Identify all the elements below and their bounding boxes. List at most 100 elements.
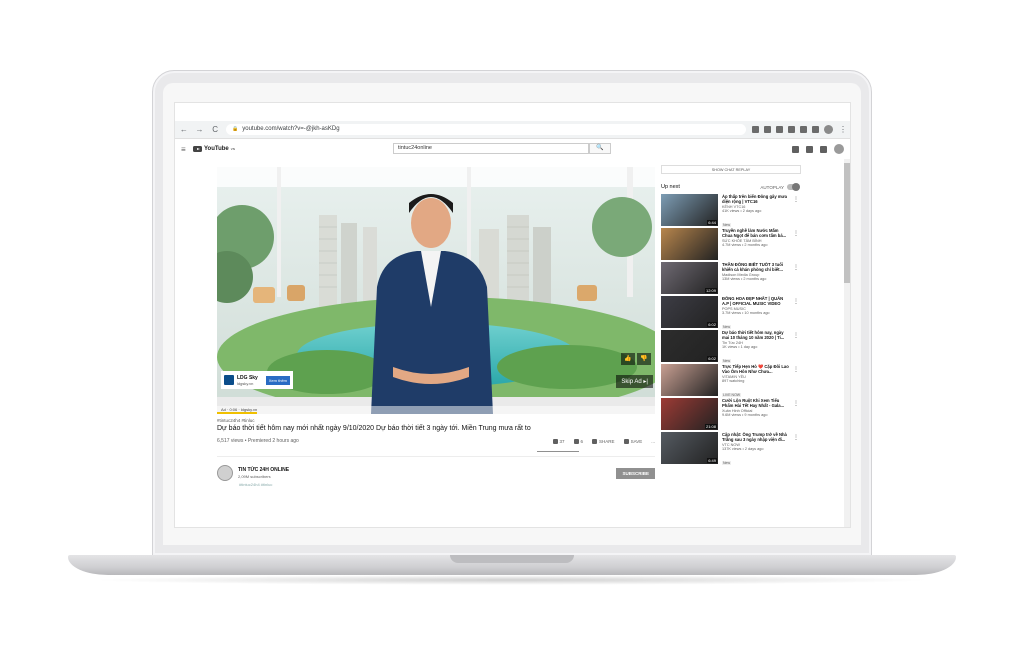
recommendation-item[interactable]: Trực Tiếp Hẹn Hò ❤️ Cặp Đôi Lao Vào Ôm H…: [661, 364, 841, 397]
recommendation-item[interactable]: 21:08 Cười Lộn Ruột Khi Xem Tiểu Phẩm Hài…: [661, 398, 841, 430]
recommendation-item[interactable]: 6:02 ĐÔNG HOA ĐẸP NHẤT | QUÂN A.P | OFFIC…: [661, 296, 841, 329]
puzzle-icon[interactable]: [800, 126, 808, 133]
description-tags[interactable]: #tintuc24h4 #tinluc: [239, 482, 272, 487]
recommendation-title[interactable]: THẦN ĐỒNG BIẾT TUỐT 3 tuổi khiến cả khán…: [722, 262, 790, 272]
menu-icon[interactable]: ≡: [181, 145, 193, 154]
back-button[interactable]: ←: [179, 125, 189, 135]
playlist-icon[interactable]: [812, 126, 820, 133]
ad-url: ldgsky.vn: [237, 380, 254, 386]
channel-avatar[interactable]: [217, 465, 233, 481]
dislike-overlay-icon[interactable]: 👎: [637, 353, 651, 365]
save-label: SAVE: [630, 438, 643, 444]
profile-avatar[interactable]: [824, 125, 834, 134]
dislike-button[interactable]: 6: [573, 438, 584, 444]
ad-text: LDG Sky ldgsky.vn: [237, 375, 258, 386]
recommendation-title[interactable]: ĐÔNG HOA ĐẸP NHẤT | QUÂN A.P | OFFICIAL …: [722, 296, 790, 306]
video-thumbnail[interactable]: 12:09: [661, 262, 718, 294]
video-thumbnail[interactable]: 6:02: [661, 296, 718, 328]
more-actions-button[interactable]: ...: [651, 439, 655, 444]
recommendation-item[interactable]: Truyền nghề làm Nước Mắm Chua Ngọt để bá…: [661, 228, 841, 260]
more-options-icon[interactable]: ⋮: [793, 366, 799, 373]
url-text: youtube.com/watch?v=-@jkh-asKDg: [242, 126, 340, 132]
youtube-logo[interactable]: YouTube VN: [193, 146, 235, 152]
video-overlay-controls: 👍 👎: [621, 353, 651, 365]
save-button[interactable]: SAVE: [623, 438, 643, 444]
view-count: 6,517 views • Premiered 2 hours ago: [217, 438, 299, 444]
recommendation-item[interactable]: 12:09 THẦN ĐỒNG BIẾT TUỐT 3 tuổi khiến cả…: [661, 262, 841, 294]
autoplay-toggle[interactable]: [787, 183, 800, 191]
recommendation-text: ĐÔNG HOA ĐẸP NHẤT | QUÂN A.P | OFFICIAL …: [722, 296, 790, 329]
save-playlist-icon: [623, 438, 629, 444]
recommendation-badge: New: [722, 223, 732, 227]
skip-ad-button[interactable]: Skip Ad ▸|: [616, 375, 653, 388]
recommendation-title[interactable]: Dự báo thời tiết hôm nay, ngày mai 10 th…: [722, 330, 790, 340]
recommendation-text: Dự báo thời tiết hôm nay, ngày mai 10 th…: [722, 330, 790, 363]
share-button[interactable]: SHARE: [592, 438, 615, 444]
video-thumbnail[interactable]: 6:44: [661, 194, 718, 226]
video-player[interactable]: 👍 👎 LDG Sky ldgsky.vn Xem thêm Skip Ad ▸…: [217, 167, 655, 414]
recommendation-item[interactable]: 6:49 Cập nhật: Ông Trump trở về Nhà Trắng…: [661, 432, 841, 465]
up-next-sidebar: SHOW CHAT REPLAY Up next AUTOPLAY 6:44 Áp…: [661, 165, 841, 465]
reload-button[interactable]: C: [210, 125, 220, 135]
laptop-screen: ← → C 🔒 youtube.com/watch?v=-@jkh-asKDg …: [174, 102, 851, 528]
star-icon[interactable]: [764, 126, 772, 133]
recommendation-item[interactable]: 6:44 Áp thấp trên biển Đông gây mưa diện …: [661, 194, 841, 227]
duration-badge: 6:02: [707, 356, 717, 361]
extension-icon[interactable]: [788, 126, 796, 133]
browser-extensions: ⋮: [752, 125, 848, 135]
logo-region: VN: [230, 147, 235, 151]
ad-progress-bar[interactable]: [217, 412, 257, 414]
ad-cta-button[interactable]: Xem thêm: [265, 375, 290, 385]
recommendation-title[interactable]: Truyền nghề làm Nước Mắm Chua Ngọt để bá…: [722, 228, 790, 238]
recommendation-title[interactable]: Cười Lộn Ruột Khi Xem Tiểu Phẩm Hài Tết …: [722, 398, 790, 408]
channel-name[interactable]: TIN TỨC 24H ONLINE: [238, 467, 289, 473]
create-video-icon[interactable]: [792, 145, 799, 153]
video-thumbnail[interactable]: 21:08: [661, 398, 718, 430]
more-options-icon[interactable]: ⋮: [793, 434, 799, 441]
zoom-icon[interactable]: [752, 126, 760, 133]
video-thumbnail[interactable]: [661, 228, 718, 260]
browser-menu-icon[interactable]: ⋮: [838, 125, 848, 135]
up-next-label: Up next: [661, 184, 680, 190]
subscribe-button[interactable]: SUBSCRIBE: [616, 467, 655, 479]
recommendation-title[interactable]: Cập nhật: Ông Trump trở về Nhà Trắng sau…: [722, 432, 790, 442]
video-thumbnail[interactable]: 6:02: [661, 330, 718, 362]
more-options-icon[interactable]: ⋮: [793, 332, 799, 339]
channel-row: TIN TỨC 24H ONLINE 2,09M subscribers SUB…: [217, 456, 655, 481]
recommendation-meta: 4.7M views • 2 months ago: [722, 243, 768, 247]
video-meta-row: 6,517 views • Premiered 2 hours ago 37 6…: [217, 438, 655, 444]
autoplay-control[interactable]: AUTOPLAY: [760, 183, 800, 191]
dislike-count: 6: [580, 438, 584, 444]
apps-grid-icon[interactable]: [806, 145, 813, 153]
like-button[interactable]: 37: [552, 438, 565, 444]
thumbs-up-icon: [552, 438, 558, 444]
video-hashtags[interactable]: #tintuc24h4 #tinluc: [217, 418, 655, 423]
like-overlay-icon[interactable]: 👍: [621, 353, 635, 365]
scrollbar-thumb[interactable]: [844, 163, 850, 283]
more-options-icon[interactable]: ⋮: [793, 298, 799, 305]
more-options-icon[interactable]: ⋮: [793, 196, 799, 203]
recommendation-item[interactable]: 6:02 Dự báo thời tiết hôm nay, ngày mai 1…: [661, 330, 841, 363]
user-avatar[interactable]: [834, 144, 844, 154]
recommendation-badge: New: [722, 461, 732, 465]
search-input[interactable]: tintuc24online: [393, 143, 589, 154]
recommendation-text: Áp thấp trên biển Đông gây mưa diện rộng…: [722, 194, 790, 227]
notifications-bell-icon[interactable]: [820, 145, 827, 153]
video-thumbnail[interactable]: 6:49: [661, 432, 718, 464]
camera-icon[interactable]: [776, 126, 784, 133]
ad-card[interactable]: LDG Sky ldgsky.vn Xem thêm: [221, 371, 293, 389]
forward-button[interactable]: →: [195, 125, 205, 135]
recommendation-title[interactable]: Trực Tiếp Hẹn Hò ❤️ Cặp Đôi Lao Vào Ôm H…: [722, 364, 790, 374]
recommendation-title[interactable]: Áp thấp trên biển Đông gây mưa diện rộng…: [722, 194, 790, 204]
address-bar[interactable]: 🔒 youtube.com/watch?v=-@jkh-asKDg: [226, 124, 747, 135]
laptop-notch: [450, 555, 574, 563]
more-options-icon[interactable]: ⋮: [793, 230, 799, 237]
video-thumbnail[interactable]: [661, 364, 718, 396]
recommendation-meta: 3.7M views • 10 months ago: [722, 311, 770, 315]
recommendation-text: Cập nhật: Ông Trump trở về Nhà Trắng sau…: [722, 432, 790, 465]
more-options-icon[interactable]: ⋮: [793, 400, 799, 407]
show-chat-replay-button[interactable]: SHOW CHAT REPLAY: [661, 165, 801, 174]
duration-badge: 6:02: [707, 322, 717, 327]
more-options-icon[interactable]: ⋮: [793, 264, 799, 271]
search-button[interactable]: 🔍: [589, 143, 611, 154]
